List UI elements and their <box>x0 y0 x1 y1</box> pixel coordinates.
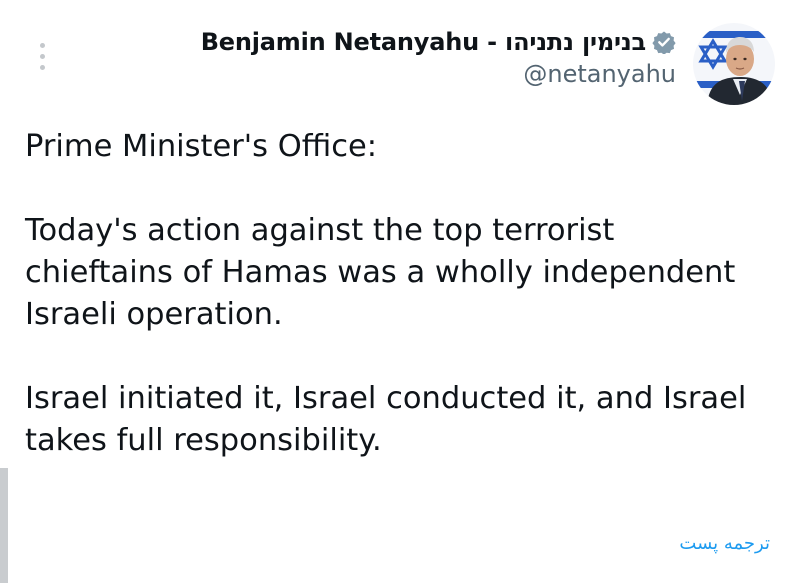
post-paragraph: Israel initiated it, Israel conducted it… <box>25 381 747 458</box>
post-paragraph: Prime Minister's Office: <box>25 129 378 164</box>
verified-badge-icon <box>652 30 676 55</box>
author-name-row: Benjamin Netanyahu - בנימין נתניהו <box>201 28 676 56</box>
more-dot <box>39 64 45 70</box>
more-options-button[interactable] <box>30 38 54 74</box>
translate-post-link[interactable]: ترجمه پست <box>679 533 770 554</box>
more-dot <box>39 53 45 59</box>
left-edge-bar <box>0 468 8 583</box>
post-header: Benjamin Netanyahu - בנימין נתניהו @neta… <box>201 28 676 88</box>
more-dot <box>39 42 45 48</box>
avatar[interactable] <box>693 23 775 105</box>
post-text: Prime Minister's Office: Today's action … <box>25 126 765 462</box>
author-display-name[interactable]: Benjamin Netanyahu - בנימין נתניהו <box>201 28 647 56</box>
post-paragraph: Today's action against the top terrorist… <box>25 213 736 332</box>
author-handle[interactable]: @netanyahu <box>201 60 676 88</box>
